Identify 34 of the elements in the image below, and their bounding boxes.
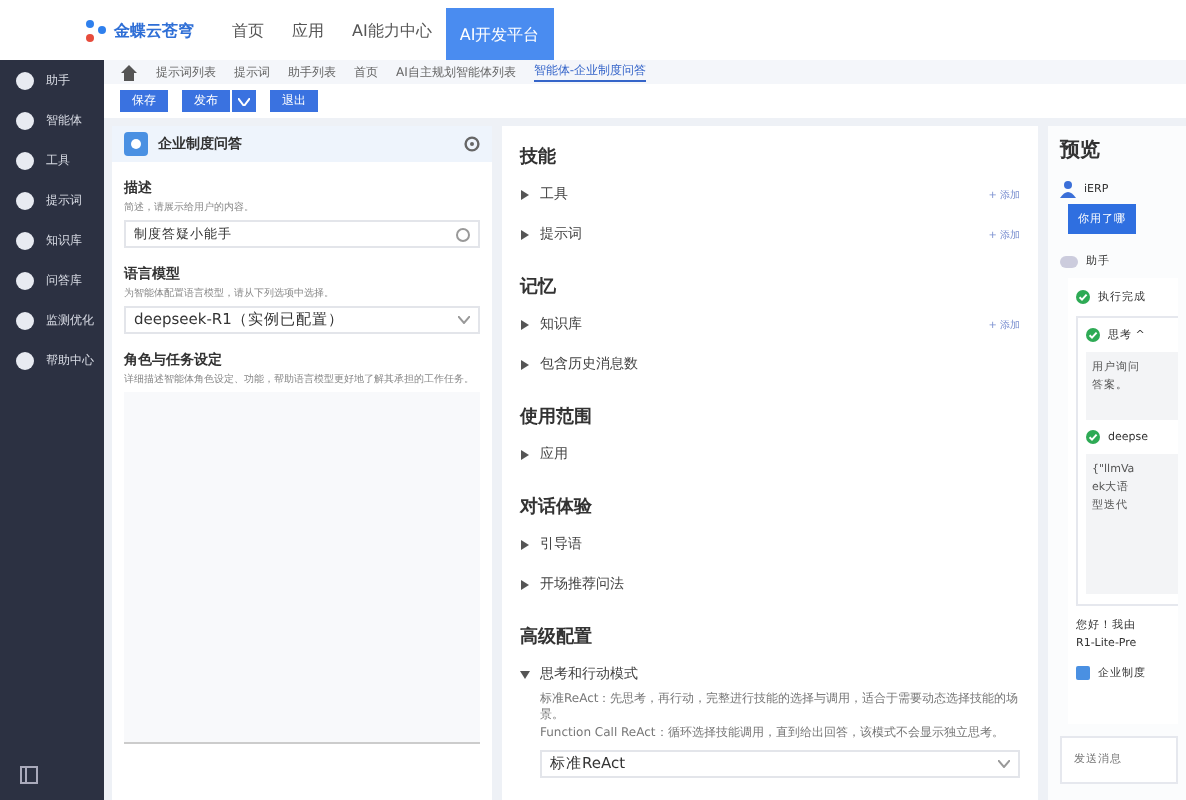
dots-logo-icon	[84, 18, 108, 42]
check-circle-icon	[1076, 290, 1090, 304]
section-title: 记忆	[520, 275, 558, 300]
logo-text: 金蝶云苍穹	[114, 19, 194, 41]
nav-tab[interactable]: 首页	[218, 0, 278, 60]
section-title: 高级配置	[520, 624, 594, 650]
settings-icon	[464, 136, 480, 152]
agent-avatar-icon	[124, 132, 148, 156]
caret-icon	[238, 97, 250, 105]
circle-icon	[16, 112, 34, 130]
assistant-icon	[1060, 255, 1078, 267]
section-title: 使用范围	[520, 404, 594, 430]
user-icon	[1060, 180, 1076, 198]
clear-icon	[456, 227, 470, 241]
dropdown-button[interactable]	[232, 90, 256, 112]
circle-icon	[16, 352, 34, 370]
chevron-icon	[998, 760, 1010, 769]
nav-tab[interactable]: 应用	[278, 0, 338, 60]
circle-icon	[16, 72, 34, 90]
circle-icon	[16, 192, 34, 210]
circle-icon	[16, 312, 34, 330]
check-circle-icon	[1086, 430, 1100, 444]
section-title: 对话体验	[520, 494, 594, 520]
nav-tab[interactable]: AI能力中心	[338, 0, 446, 60]
chevron-icon	[458, 316, 470, 324]
preview-title: 预览	[1060, 137, 1102, 164]
collapse-icon	[20, 766, 38, 784]
check-circle-icon	[1086, 328, 1100, 342]
home-icon	[120, 63, 138, 81]
circle-icon	[16, 152, 34, 170]
agent-chip-icon	[1076, 665, 1090, 680]
section-title: 技能	[520, 145, 558, 170]
circle-icon	[16, 232, 34, 250]
circle-icon	[16, 272, 34, 290]
